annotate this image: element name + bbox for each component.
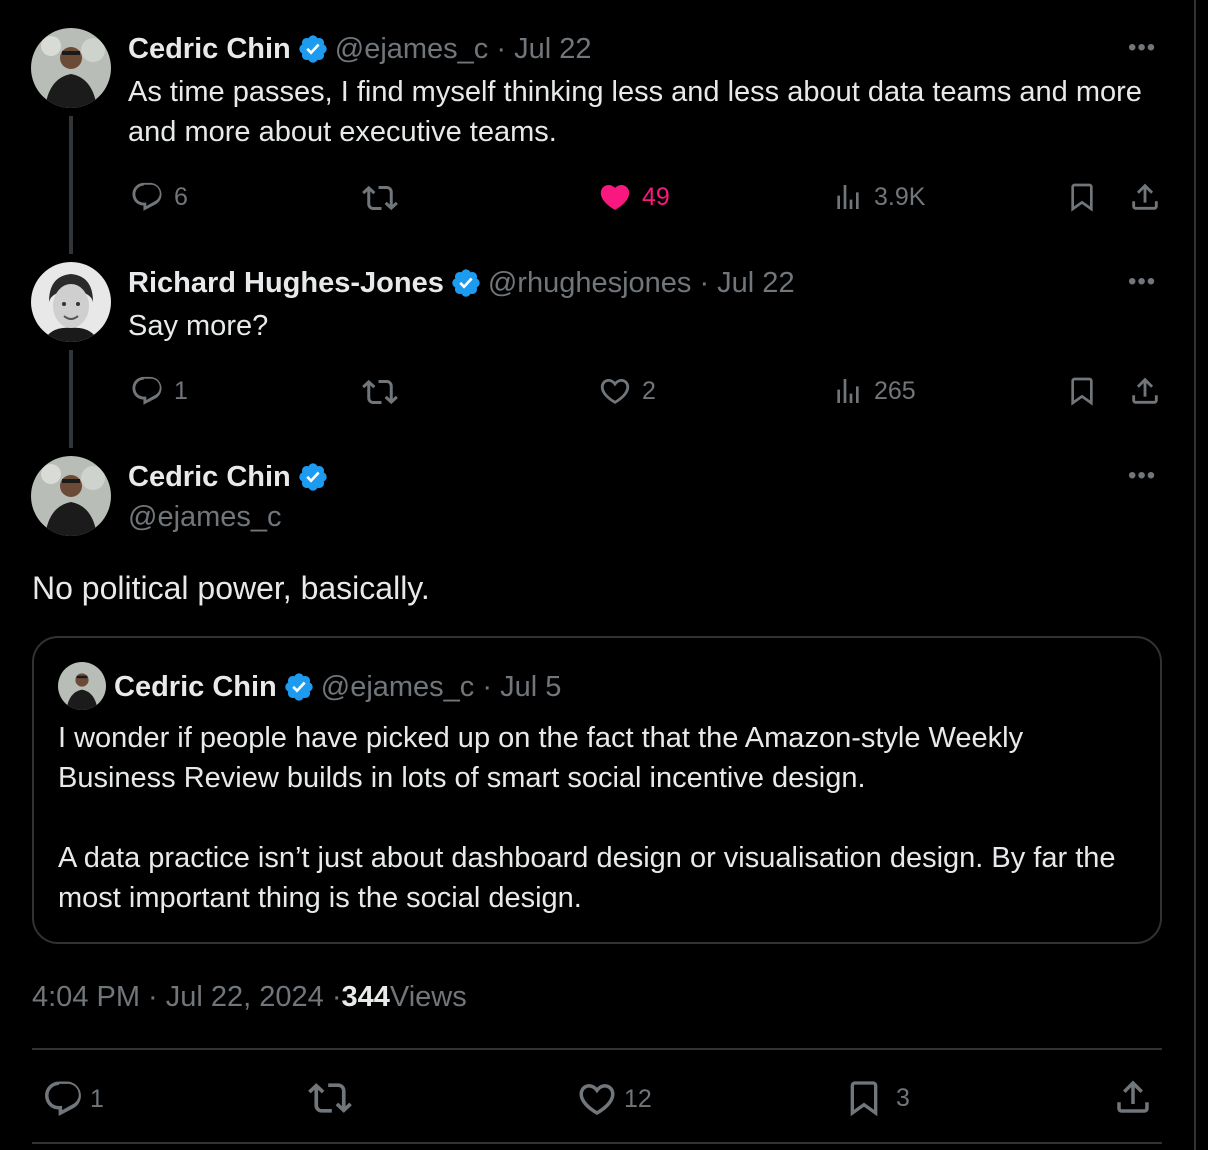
main-reply-button[interactable]: 1 (42, 1078, 104, 1120)
main-handle[interactable]: @ejames_c (128, 498, 282, 536)
main-like-count: 12 (624, 1084, 652, 1113)
tweet2-reply-button[interactable]: 1 (130, 374, 188, 408)
share-icon (1132, 377, 1158, 404)
views-icon (837, 379, 859, 403)
tweet1-author-name[interactable]: Cedric Chin (128, 33, 291, 66)
tweet1-like-button[interactable]: 49 (598, 180, 670, 214)
quote-avatar (58, 662, 106, 710)
tweet2-author-name[interactable]: Richard Hughes-Jones (128, 267, 444, 300)
tweet1-share-button[interactable] (1128, 180, 1162, 214)
like-icon (600, 184, 630, 210)
views-count: 344 (341, 980, 390, 1013)
tweet2-views-button[interactable]: 265 (832, 374, 916, 408)
tweet1-more-icon[interactable]: ••• (1128, 34, 1156, 62)
main-text: No political power, basically. (32, 570, 430, 606)
tweet1-header: Cedric Chin @ejames_c · Jul 22 (128, 30, 591, 68)
tweet2-retweet-button[interactable] (362, 374, 398, 410)
main-like-button[interactable]: 12 (576, 1078, 652, 1120)
quote-author-name: Cedric Chin (114, 670, 277, 703)
timestamp-row: 4:04 PM · Jul 22, 2024 · 344 Views (32, 978, 467, 1016)
reply-icon (132, 182, 162, 211)
tweet2-like-button[interactable]: 2 (598, 374, 656, 408)
verified-badge-icon (452, 269, 480, 297)
thread-connector-2 (69, 350, 73, 448)
main-reply-count: 1 (90, 1084, 104, 1113)
tweet1-bookmark-button[interactable] (1066, 180, 1098, 214)
main-header: Cedric Chin (128, 458, 335, 496)
tweet1-reply-button[interactable]: 6 (130, 180, 188, 214)
tweet1-views-count: 3.9K (874, 182, 926, 211)
like-icon (579, 1084, 615, 1116)
retweet-icon (362, 379, 398, 405)
quote-handle-date: @ejames_c · Jul 5 (320, 670, 562, 703)
tweet2-reply-count: 1 (174, 376, 188, 405)
share-icon (1132, 183, 1158, 210)
tweet2-text: Say more? (128, 310, 269, 342)
avatar-richard[interactable] (31, 262, 111, 342)
main-bookmark-button[interactable]: 3 (844, 1076, 910, 1120)
thread-connector-1 (69, 116, 73, 254)
bookmark-icon (850, 1081, 878, 1117)
verified-badge-icon (285, 673, 313, 701)
retweet-icon (362, 185, 398, 211)
timestamp[interactable]: 4:04 PM · Jul 22, 2024 · (32, 981, 342, 1014)
tweet1-reply-count: 6 (174, 182, 188, 211)
verified-badge-icon (299, 35, 327, 63)
reply-icon (132, 376, 162, 405)
main-author-name[interactable]: Cedric Chin (128, 461, 291, 494)
verified-badge-icon (299, 463, 327, 491)
bookmark-icon (1071, 377, 1093, 406)
tweet1-text: As time passes, I find myself thinking l… (128, 76, 1142, 148)
tweet1-like-count: 49 (642, 182, 670, 211)
share-icon (1117, 1080, 1149, 1113)
tweet2-more-icon[interactable]: ••• (1128, 268, 1156, 296)
like-icon (600, 378, 630, 404)
tweet1-retweet-button[interactable] (362, 180, 398, 216)
avatar-cedric[interactable] (31, 28, 111, 108)
tweet1-views-button[interactable]: 3.9K (832, 180, 925, 214)
tweet1-handle-date[interactable]: @ejames_c · Jul 22 (335, 33, 592, 66)
quote-header: Cedric Chin @ejames_c · Jul 5 (114, 668, 561, 706)
tweet2-header: Richard Hughes-Jones @rhughesjones · Jul… (128, 264, 795, 302)
avatar-cedric-main[interactable] (31, 456, 111, 536)
tweet2-share-button[interactable] (1128, 374, 1162, 408)
main-retweet-button[interactable] (308, 1076, 352, 1120)
tweet-thread-page: Cedric Chin @ejames_c · Jul 22 ••• As ti… (0, 0, 1208, 1150)
tweet2-views-count: 265 (874, 376, 916, 405)
column-border (1194, 0, 1196, 1150)
views-icon (837, 185, 859, 209)
quote-paragraph-2: A data practice isn’t just about dashboa… (58, 842, 1116, 914)
tweet2-handle-date[interactable]: @rhughesjones · Jul 22 (488, 267, 795, 300)
views-label: Views (389, 980, 467, 1013)
main-bookmark-count: 3 (896, 1083, 910, 1112)
main-share-button[interactable] (1112, 1076, 1154, 1118)
quote-paragraph-1: I wonder if people have picked up on the… (58, 722, 1024, 794)
divider-bottom (32, 1142, 1162, 1144)
divider-top (32, 1048, 1162, 1050)
tweet2-bookmark-button[interactable] (1066, 374, 1098, 408)
reply-icon (45, 1081, 81, 1116)
retweet-icon (308, 1083, 352, 1113)
bookmark-icon (1071, 183, 1093, 212)
tweet2-like-count: 2 (642, 376, 656, 405)
main-more-icon[interactable]: ••• (1128, 462, 1156, 490)
